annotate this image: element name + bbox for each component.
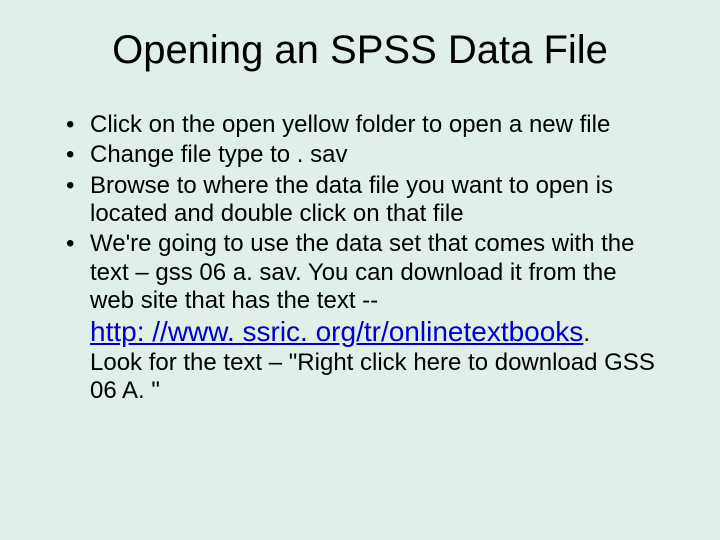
list-item: Browse to where the data file you want t… xyxy=(66,172,660,229)
bullet-text: We're going to use the data set that com… xyxy=(90,230,634,314)
slide-title: Opening an SPSS Data File xyxy=(50,28,670,73)
download-link[interactable]: http: //www. ssric. org/tr/onlinetextboo… xyxy=(90,316,583,347)
bullet-list: Click on the open yellow folder to open … xyxy=(50,111,670,405)
list-item: Click on the open yellow folder to open … xyxy=(66,111,660,139)
slide: Opening an SPSS Data File Click on the o… xyxy=(0,0,720,540)
period: . xyxy=(583,320,590,347)
bullet-text: Click on the open yellow folder to open … xyxy=(90,111,610,138)
list-item: We're going to use the data set that com… xyxy=(66,230,660,405)
bullet-text: Look for the text – "Right click here to… xyxy=(90,349,655,404)
bullet-text: Browse to where the data file you want t… xyxy=(90,172,613,227)
bullet-text: Change file type to . sav xyxy=(90,141,347,168)
list-item: Change file type to . sav xyxy=(66,141,660,169)
